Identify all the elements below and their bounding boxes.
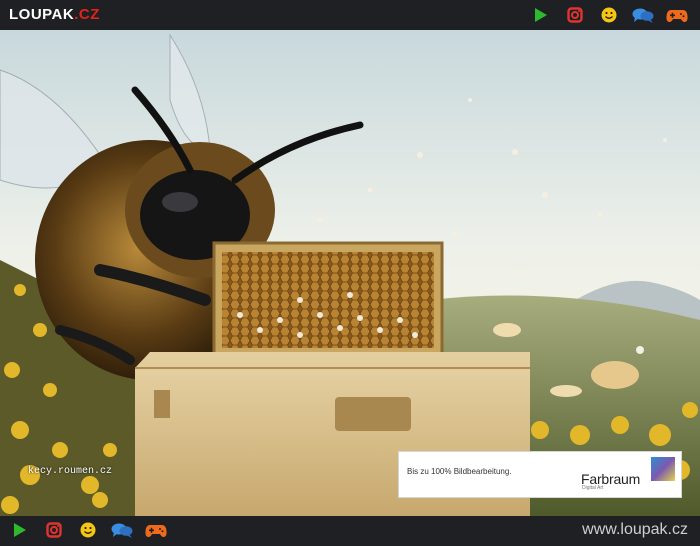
- gamepad-icon[interactable]: [145, 520, 167, 540]
- watermark-text: kecy.roumen.cz: [28, 466, 113, 477]
- smiley-icon[interactable]: [598, 5, 620, 25]
- brand-logo-square: [651, 457, 675, 481]
- logo-text: LOUPAK: [9, 6, 75, 23]
- gamepad-icon[interactable]: [666, 5, 688, 25]
- logo-tld: .CZ: [74, 6, 100, 23]
- ad-brand-sub: Digital Art: [582, 485, 604, 491]
- top-icon-bar: [518, 5, 688, 25]
- play-icon[interactable]: [530, 5, 552, 25]
- chat-bubbles-icon[interactable]: [111, 520, 133, 540]
- bee-hive-ad-image: [0, 30, 700, 516]
- ad-tagline: Bis zu 100% Bildbearbeitung.: [407, 467, 512, 476]
- main-photo: kecy.roumen.cz: [0, 30, 700, 516]
- ad-caption-box: Bis zu 100% Bildbearbeitung. Farbraum Di…: [398, 451, 682, 498]
- smiley-icon[interactable]: [77, 520, 99, 540]
- top-bar: LOUPAK.CZ: [0, 0, 700, 30]
- bottom-icon-bar: [9, 520, 179, 540]
- play-icon[interactable]: [9, 520, 31, 540]
- site-url-link[interactable]: www.loupak.cz: [582, 521, 688, 539]
- chat-bubbles-icon[interactable]: [632, 5, 654, 25]
- instagram-icon[interactable]: [43, 520, 65, 540]
- instagram-icon[interactable]: [564, 5, 586, 25]
- site-logo[interactable]: LOUPAK.CZ: [9, 6, 100, 23]
